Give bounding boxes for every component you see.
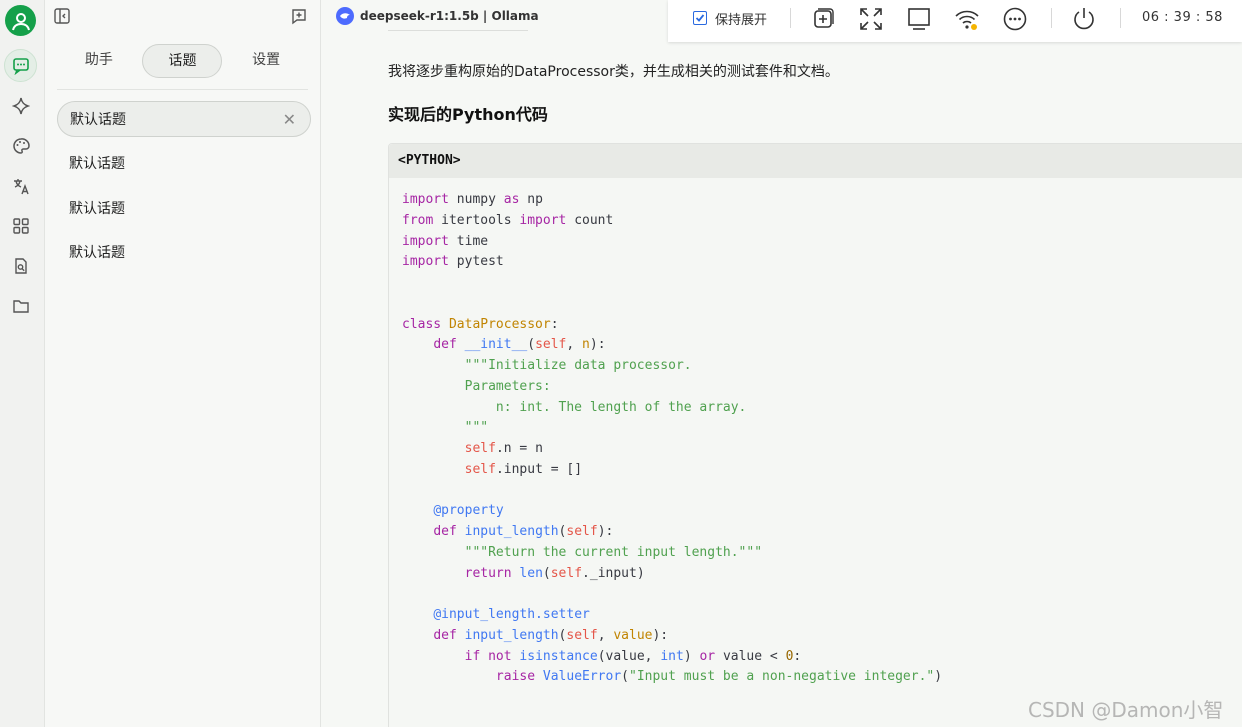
user-avatar-icon[interactable]	[5, 5, 36, 36]
code-line: def input_length(self, value):	[433, 627, 669, 643]
watermark: CSDN @Damon小智	[1028, 698, 1224, 722]
separator	[790, 8, 791, 28]
wifi-icon[interactable]	[954, 6, 980, 32]
tab-assistant[interactable]: 助手	[59, 44, 139, 78]
topic-label: 默认话题	[69, 156, 125, 172]
code-line: from itertools import count	[402, 212, 614, 228]
message-intro: 我将逐步重构原始的DataProcessor类，并生成相关的测试套件和文档。	[388, 64, 839, 80]
chat-main: deepseek-r1:1.5b | Ollama 我将逐步重构原始的DataP…	[321, 0, 1242, 727]
code-line: raise ValueError("Input must be a non-ne…	[495, 669, 943, 685]
sidebar-toggle-icon[interactable]	[53, 7, 71, 25]
code-line: import numpy as np	[402, 192, 543, 207]
translate-icon[interactable]	[4, 169, 37, 202]
code-line: import time	[402, 233, 489, 249]
code-block: <PYTHON> import numpy as np from itertool…	[388, 143, 1242, 727]
panel-toolbar	[45, 0, 320, 36]
code-line: n: int. The length of the array.	[402, 399, 747, 415]
topic-item[interactable]: 默认话题	[57, 235, 311, 271]
code-line: self.n = n	[464, 441, 543, 456]
chat-icon[interactable]	[4, 49, 37, 82]
deepseek-logo-icon	[336, 7, 354, 25]
new-topic-icon[interactable]	[290, 7, 308, 25]
code-content: import numpy as np from itertools import …	[402, 190, 942, 688]
code-line: """Initialize data processor.	[464, 358, 692, 373]
code-line: @property	[433, 503, 504, 519]
divider	[388, 30, 528, 31]
code-line: Parameters:	[402, 378, 551, 394]
clock: 06 : 39 : 58	[1142, 10, 1223, 25]
more-options-icon[interactable]	[1002, 6, 1028, 32]
keep-expanded-checkbox[interactable]	[693, 11, 707, 25]
system-toolbar: 保持展开 06 : 39 : 58	[668, 0, 1242, 42]
keep-expanded-label: 保持展开	[715, 13, 768, 28]
display-icon[interactable]	[906, 6, 932, 32]
icon-rail	[0, 0, 45, 727]
topic-item[interactable]: 默认话题	[57, 146, 311, 182]
code-line: @input_length.setter	[433, 607, 590, 622]
close-icon[interactable]: ✕	[283, 102, 296, 138]
code-line: class DataProcessor:	[402, 316, 559, 332]
topic-label: 默认话题	[69, 201, 125, 217]
panel-tabs: 助手 话题 设置	[57, 44, 308, 90]
code-line: def __init__(self, n):	[433, 337, 606, 353]
tab-settings[interactable]: 设置	[226, 44, 306, 78]
code-line: return len(self._input)	[464, 565, 645, 581]
topics-panel: 助手 话题 设置 默认话题 ✕ 默认话题 默认话题 默认话题	[45, 0, 321, 727]
window-title: deepseek-r1:1.5b | Ollama	[336, 6, 539, 26]
topic-item-selected[interactable]: 默认话题 ✕	[57, 101, 311, 137]
fullscreen-icon[interactable]	[858, 6, 884, 32]
code-line: """Return the current input length."""	[464, 544, 763, 560]
code-language-label: <PYTHON>	[389, 144, 1242, 178]
separator	[1051, 8, 1052, 28]
tab-topics[interactable]: 话题	[142, 44, 223, 78]
palette-icon[interactable]	[4, 129, 37, 162]
message-heading: 实现后的Python代码	[388, 105, 548, 124]
separator	[1120, 8, 1121, 28]
code-line: def input_length(self):	[433, 524, 614, 539]
code-line: if not isinstance(value, int) or value <…	[464, 648, 802, 664]
code-line: import pytest	[402, 254, 504, 270]
folder-icon[interactable]	[4, 289, 37, 322]
topic-label: 默认话题	[70, 112, 126, 128]
topic-label: 默认话题	[69, 245, 125, 261]
code-line: self.input = []	[464, 461, 583, 477]
code-line: """	[402, 420, 489, 436]
file-search-icon[interactable]	[4, 249, 37, 282]
window-title-text: deepseek-r1:1.5b | Ollama	[360, 9, 539, 23]
topic-item[interactable]: 默认话题	[57, 191, 311, 227]
sparkle-icon[interactable]	[4, 89, 37, 122]
add-window-icon[interactable]	[810, 6, 836, 32]
apps-icon[interactable]	[4, 209, 37, 242]
power-icon[interactable]	[1071, 6, 1097, 32]
